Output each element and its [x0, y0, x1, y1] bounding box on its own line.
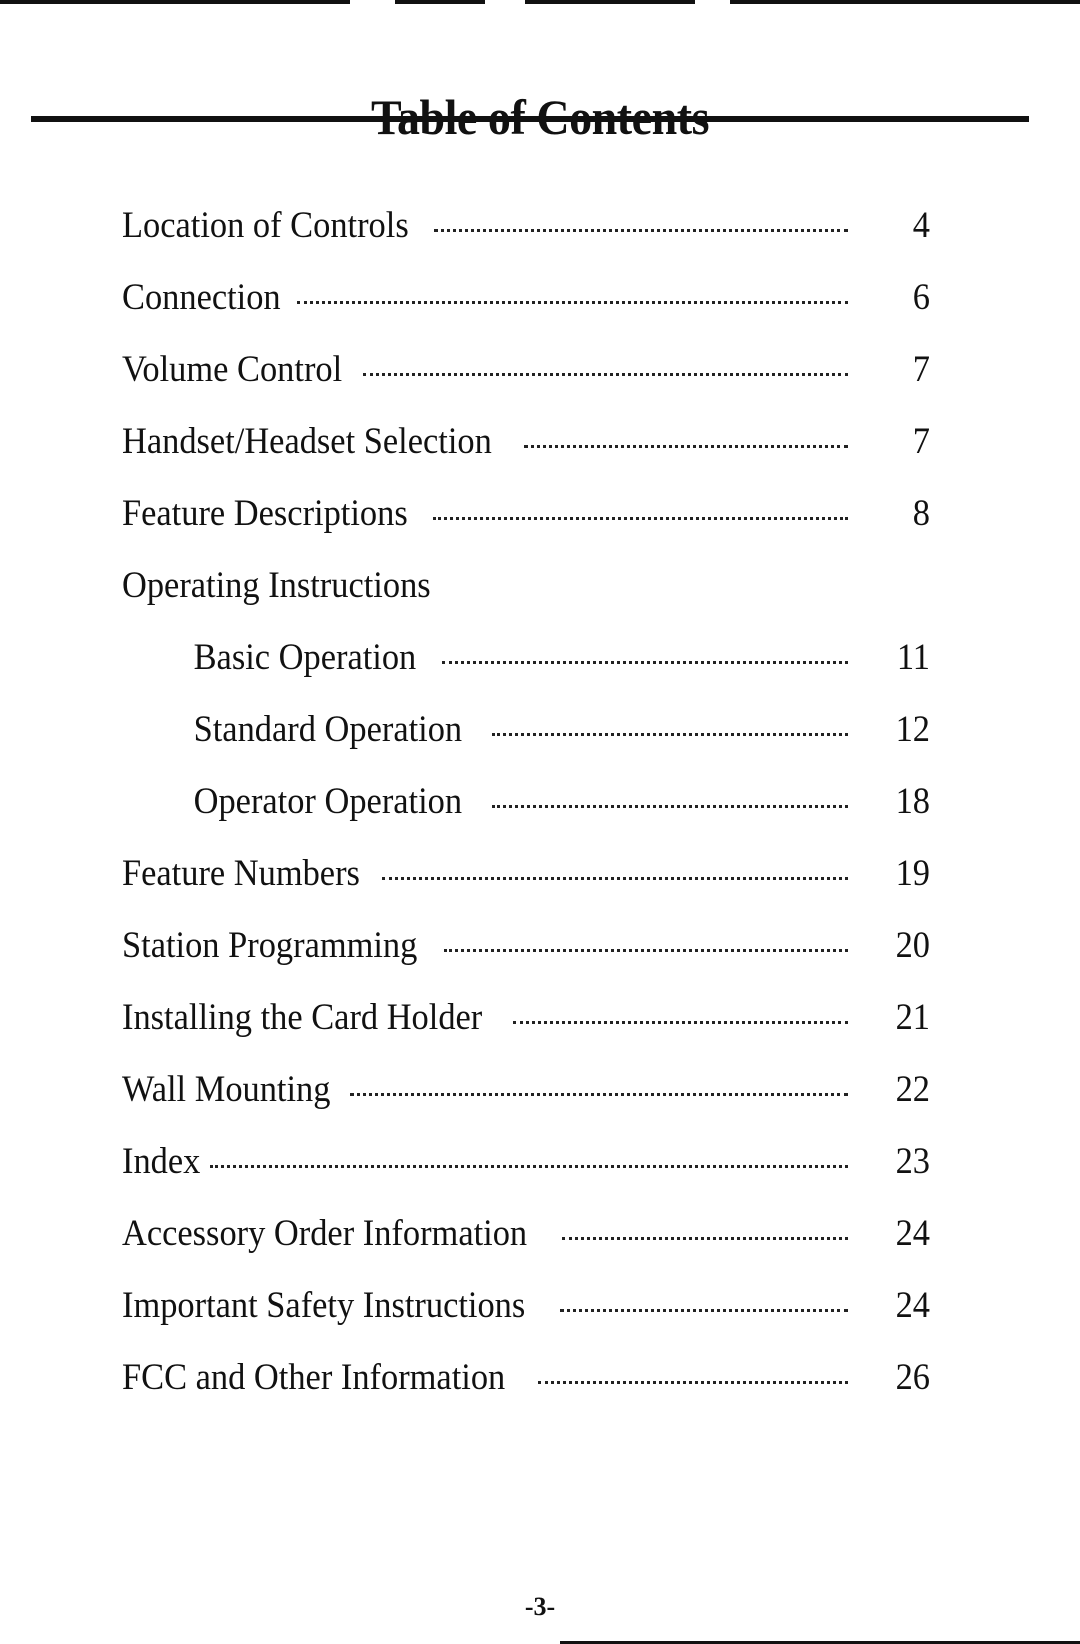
toc-entry-label: Accessory Order Information	[122, 1213, 528, 1254]
page-number: -3-	[524, 1592, 556, 1621]
scan-edge-top	[395, 0, 485, 4]
toc-entry-page: 24	[895, 1213, 930, 1254]
title-underline	[31, 116, 1029, 122]
toc-entry-label: Wall Mounting	[122, 1069, 331, 1110]
toc-entry-page: 24	[895, 1285, 930, 1326]
scan-edge-top	[525, 0, 695, 4]
toc-entry-label: Station Programming	[122, 925, 418, 966]
toc-entry-label: Handset/Headset Selection	[122, 421, 492, 462]
toc-entry[interactable]: Handset/Headset Selection 7	[122, 420, 930, 492]
dot-leader	[559, 1309, 848, 1312]
dot-leader	[362, 373, 848, 376]
toc-entry[interactable]: Connection 6	[122, 276, 930, 348]
toc-entry[interactable]: Wall Mounting 22	[122, 1068, 930, 1140]
toc-entry-label: Basic Operation	[193, 637, 417, 678]
toc-entry-label: Connection	[122, 277, 281, 318]
toc-entry-page: 6	[912, 277, 930, 318]
toc-entry[interactable]: Volume Control 7	[122, 348, 930, 420]
dot-leader	[350, 1093, 848, 1096]
toc-entry-page: 7	[912, 349, 930, 390]
toc-entry-label: Location of Controls	[122, 205, 409, 246]
toc-entry[interactable]: Accessory Order Information 24	[122, 1212, 930, 1284]
dot-leader	[210, 1165, 848, 1168]
toc-entry[interactable]: Station Programming 20	[122, 924, 930, 996]
dot-leader	[443, 949, 848, 952]
toc-entry[interactable]: Feature Numbers 19	[122, 852, 930, 924]
toc-entry[interactable]: Index 23	[122, 1140, 930, 1212]
toc-entry-page: 19	[895, 853, 930, 894]
dot-leader	[434, 229, 848, 232]
toc-entry-page: 23	[895, 1141, 930, 1182]
toc-subentry[interactable]: Standard Operation 12	[122, 708, 930, 780]
scan-edge-top	[730, 0, 1080, 4]
toc-entry-page: 7	[912, 421, 930, 462]
dot-leader	[433, 517, 848, 520]
toc-entry-label: FCC and Other Information	[122, 1357, 506, 1398]
toc-entry[interactable]: Location of Controls 4	[122, 204, 930, 276]
toc-entry[interactable]: Feature Descriptions 8	[122, 492, 930, 564]
toc-entry-page: 20	[895, 925, 930, 966]
toc-entry-label: Volume Control	[122, 349, 343, 390]
dot-leader	[561, 1237, 848, 1240]
toc-entry-label: Standard Operation	[193, 709, 463, 750]
toc-entry-page: 26	[895, 1357, 930, 1398]
dot-leader	[296, 301, 848, 304]
dot-leader	[381, 877, 848, 880]
toc-entry-page: 12	[895, 709, 930, 750]
toc-entry-label: Operator Operation	[193, 781, 463, 822]
dot-leader	[442, 661, 848, 664]
toc-entry-page: 22	[895, 1069, 930, 1110]
toc-entry-page: 11	[896, 637, 930, 678]
toc-entry[interactable]: Important Safety Instructions 24	[122, 1284, 930, 1356]
dot-leader	[491, 805, 848, 808]
toc-entry-page: 4	[912, 205, 930, 246]
toc-subentry[interactable]: Operator Operation 18	[122, 780, 930, 852]
toc-entry[interactable]: FCC and Other Information 26	[122, 1356, 930, 1428]
toc-entry-label: Important Safety Instructions	[122, 1285, 526, 1326]
dot-leader	[513, 1021, 848, 1024]
toc-entry-page: 21	[895, 997, 930, 1038]
toc-entry-label: Index	[122, 1141, 201, 1182]
table-of-contents: Location of Controls 4 Connection 6 Volu…	[122, 204, 930, 1428]
toc-entry-label: Feature Numbers	[122, 853, 360, 894]
toc-entry-label: Installing the Card Holder	[122, 997, 483, 1038]
dot-leader	[538, 1381, 848, 1384]
dot-leader	[523, 445, 848, 448]
toc-entry-page: 18	[895, 781, 930, 822]
scan-edge-top	[0, 0, 350, 4]
toc-entry[interactable]: Installing the Card Holder 21	[122, 996, 930, 1068]
toc-entry-label: Operating Instructions	[122, 565, 431, 606]
toc-subentry[interactable]: Basic Operation 11	[122, 636, 930, 708]
toc-entry-page: 8	[912, 493, 930, 534]
toc-entry-label: Feature Descriptions	[122, 493, 408, 534]
toc-section-heading[interactable]: Operating Instructions	[122, 564, 930, 636]
dot-leader	[491, 733, 848, 736]
